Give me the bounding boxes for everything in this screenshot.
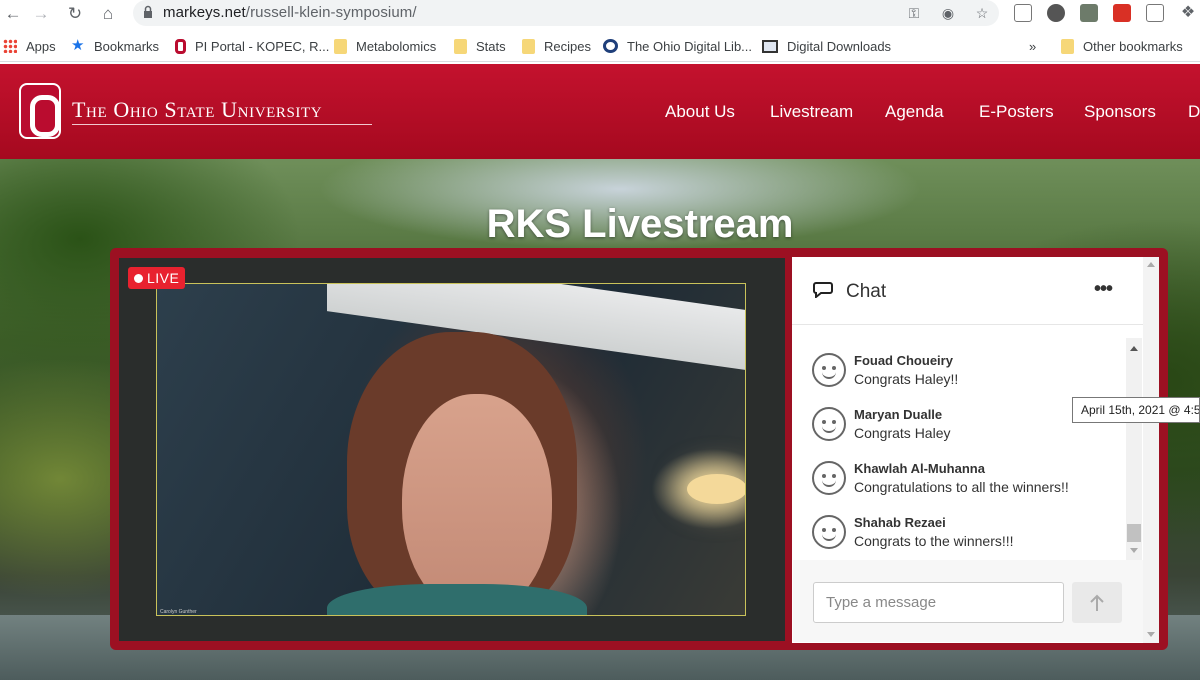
folder-icon [522, 38, 535, 54]
eye-off-icon[interactable]: ◉ [939, 4, 957, 22]
monitor-icon [762, 39, 778, 53]
chat-title: Chat [846, 281, 887, 302]
bookmark-label: Bookmarks [94, 38, 160, 54]
bookmark-metabolomics[interactable]: Metabolomics [334, 37, 436, 55]
video-participant-caption: Carolyn Gunther [160, 609, 197, 615]
user-avatar-smiley-icon [812, 461, 846, 495]
ohio-digital-library-icon [603, 39, 618, 53]
apps-grid-icon [3, 39, 17, 53]
circle-extension-icon[interactable] [1047, 4, 1065, 22]
home-icon[interactable]: ⌂ [97, 3, 119, 25]
scroll-down-arrow-icon[interactable] [1147, 632, 1155, 637]
chat-message: Shahab Rezaei Congrats to the winners!!! [812, 515, 1122, 565]
live-label: LIVE [147, 270, 180, 286]
message-author: Shahab Rezaei [854, 515, 946, 530]
live-dot-icon [134, 274, 143, 283]
forward-arrow-icon[interactable]: → [30, 3, 52, 25]
speaker-face [402, 394, 552, 614]
more-options-icon[interactable]: ••• [1094, 278, 1113, 301]
lock-icon [144, 5, 152, 18]
chat-header [792, 257, 1143, 325]
star-bookmark-icon[interactable]: ☆ [973, 4, 991, 22]
bookmark-ohio-digital-library[interactable]: The Ohio Digital Lib... [603, 37, 752, 55]
user-avatar-smiley-icon [812, 515, 846, 549]
url-domain: markeys.net [163, 4, 246, 21]
bookmarks-bar: Apps ★ Bookmarks PI Portal - KOPEC, R...… [0, 28, 1200, 62]
image-extension-icon[interactable] [1080, 4, 1098, 22]
bookmark-label: PI Portal - KOPEC, R... [195, 38, 330, 54]
message-text: Congrats Haley!! [854, 371, 959, 387]
url-path: /russell-klein-symposium/ [245, 4, 417, 21]
nav-overflow-item[interactable]: D [1188, 102, 1200, 122]
c-extension-icon[interactable] [1146, 4, 1164, 22]
nav-about-us[interactable]: About Us [665, 102, 735, 122]
bookmarks-overflow-button[interactable]: » [1029, 37, 1036, 55]
nav-agenda[interactable]: Agenda [885, 102, 944, 122]
bookmark-bookmarks[interactable]: ★ Bookmarks [71, 37, 159, 55]
user-avatar-smiley-icon [812, 407, 846, 441]
message-author: Maryan Dualle [854, 407, 943, 422]
page-title: RKS Livestream [486, 202, 794, 246]
reload-icon[interactable]: ↻ [64, 3, 86, 25]
chat-panel-scrollbar[interactable] [1143, 257, 1159, 643]
bookmark-digital-downloads[interactable]: Digital Downloads [762, 37, 891, 55]
bookmark-label: Other bookmarks [1083, 38, 1183, 54]
document-extension-icon[interactable] [1014, 4, 1032, 22]
browser-toolbar: ← → ↻ ⌂ markeys.net/russell-klein-sympos… [0, 0, 1200, 28]
message-scroll-up-icon[interactable] [1130, 346, 1138, 351]
key-icon[interactable]: ⚿ [905, 4, 923, 22]
nav-e-posters[interactable]: E-Posters [979, 102, 1054, 122]
video-feed[interactable] [156, 283, 746, 616]
university-name[interactable]: The Ohio State University [72, 97, 322, 123]
bookmark-label: The Ohio Digital Lib... [627, 38, 753, 54]
chat-message: Khawlah Al-Muhanna Congratulations to al… [812, 461, 1122, 511]
address-bar[interactable]: markeys.net/russell-klein-symposium/ ⚿ ◉… [133, 0, 999, 26]
star-icon: ★ [71, 37, 85, 54]
folder-icon [454, 38, 467, 54]
scrollbar-thumb[interactable] [1127, 524, 1141, 542]
message-author: Khawlah Al-Muhanna [854, 461, 985, 476]
bookmark-label: Recipes [544, 38, 591, 54]
folder-icon [1061, 38, 1074, 54]
live-badge: LIVE [128, 267, 185, 289]
site-header: The Ohio State University About Us Lives… [0, 64, 1200, 159]
osu-block-o-icon [175, 38, 186, 54]
bookmark-apps[interactable]: Apps [3, 37, 56, 55]
lamp-glow [687, 474, 745, 504]
nav-livestream[interactable]: Livestream [770, 102, 853, 122]
university-name-rule [72, 124, 372, 125]
red-extension-icon[interactable] [1113, 4, 1131, 22]
bookmark-label: Stats [476, 38, 506, 54]
message-text: Congratulations to all the winners!! [854, 479, 1069, 495]
message-list-scrollbar[interactable] [1126, 338, 1142, 560]
message-author: Fouad Choueiry [854, 353, 953, 368]
bookmark-pi-portal[interactable]: PI Portal - KOPEC, R... [175, 37, 329, 55]
arrow-up-send-icon [1090, 594, 1104, 611]
speaker-shirt [327, 584, 587, 615]
message-input[interactable] [813, 582, 1064, 623]
message-text: Congrats to the winners!!! [854, 533, 1014, 549]
send-button[interactable] [1072, 582, 1122, 623]
user-avatar-smiley-icon [812, 353, 846, 387]
timestamp-tooltip: April 15th, 2021 @ 4:5 [1072, 397, 1200, 423]
bookmark-label: Metabolomics [356, 38, 437, 54]
folder-icon [334, 38, 347, 54]
nav-sponsors[interactable]: Sponsors [1084, 102, 1156, 122]
bookmark-other-bookmarks[interactable]: Other bookmarks [1061, 37, 1183, 55]
block-o-logo[interactable] [19, 83, 61, 139]
bookmark-stats[interactable]: Stats [454, 37, 506, 55]
puzzle-extensions-icon[interactable]: ❖ [1179, 4, 1197, 22]
chat-bubble-icon [813, 282, 833, 298]
bookmark-label: Digital Downloads [787, 38, 892, 54]
chat-message: Fouad Choueiry Congrats Haley!! [812, 353, 1122, 403]
scroll-up-arrow-icon[interactable] [1147, 262, 1155, 267]
url-text: markeys.net/russell-klein-symposium/ [163, 4, 417, 21]
back-arrow-icon[interactable]: ← [2, 3, 24, 25]
bookmark-label: Apps [26, 38, 56, 54]
bookmark-recipes[interactable]: Recipes [522, 37, 591, 55]
message-scroll-down-icon[interactable] [1130, 548, 1138, 553]
message-text: Congrats Haley [854, 425, 951, 441]
